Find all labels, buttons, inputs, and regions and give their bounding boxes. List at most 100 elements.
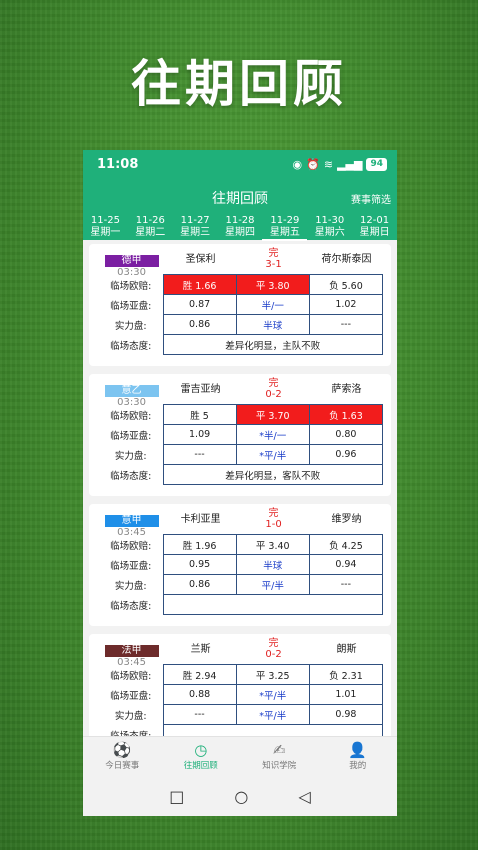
odds-cell: 1.01 [308, 684, 384, 705]
away-team: 维罗纳 [331, 514, 362, 525]
odds-cell: --- [162, 444, 237, 465]
match-score: 0-2 [265, 389, 282, 400]
match-card[interactable]: 德甲 03:30 圣保利 完 3-1 荷尔斯泰因 临场欧赔: 胜 1.66 平 3.8… [89, 244, 391, 366]
row-label: 临场态度: [110, 600, 152, 612]
soccer-ball-icon: ⚽ [112, 741, 132, 759]
odds-cell: 1.02 [308, 294, 384, 315]
date-tab[interactable]: 11-30 星期六 [307, 212, 352, 240]
away-team: 萨索洛 [331, 384, 362, 395]
odds-cell: 负 5.60 [308, 274, 384, 295]
home-button[interactable]: ○ [234, 787, 248, 806]
odds-cell: 半/一 [235, 294, 310, 315]
row-label: 临场亚盘: [110, 300, 152, 312]
status-icons: ◉ ⏰ ≋ ▂▄▆ 94 [293, 158, 387, 171]
odds-cell: 0.96 [308, 444, 384, 465]
odds-cell: 0.86 [162, 314, 237, 335]
odds-cell: 0.87 [162, 294, 237, 315]
tab-academy[interactable]: ✍ 知识学院 [240, 737, 319, 776]
home-team: 雷吉亚纳 [180, 384, 221, 395]
odds-cell: 平 3.70 [235, 404, 310, 425]
row-label: 临场亚盘: [110, 560, 152, 572]
odds-cell: 0.94 [308, 554, 384, 575]
odds-table: 临场欧赔: 胜 2.94 平 3.25 负 2.31 临场亚盘: 0.88 *平/半 1.0… [99, 664, 384, 737]
odds-cell: 半球 [235, 314, 310, 335]
attitude-cell [162, 724, 383, 736]
history-clock-icon: ◷ [194, 741, 208, 759]
tab-mine[interactable]: 👤 我的 [319, 737, 398, 776]
date-tab[interactable]: 11-27 星期三 [173, 212, 218, 240]
tab-history[interactable]: ◷ 往期回顾 [162, 737, 241, 776]
odds-cell: *平/半 [235, 444, 310, 465]
away-team: 荷尔斯泰因 [321, 254, 372, 265]
odds-cell: 负 4.25 [308, 534, 384, 555]
odds-cell: --- [308, 574, 384, 595]
away-team: 朗斯 [336, 644, 357, 655]
odds-cell: 1.09 [162, 424, 237, 445]
odds-cell: 负 2.31 [308, 664, 384, 685]
date-tabs: 11-25 星期一 11-26 星期二 11-27 星期三 11-28 星期四 11-2… [83, 212, 397, 241]
match-card[interactable]: 法甲 03:45 兰斯 完 0-2 朗斯 临场欧赔: 胜 2.94 平 3.25 负 2… [89, 634, 391, 736]
date-tab[interactable]: 11-25 星期一 [83, 212, 128, 240]
league-tag: 德甲 [104, 255, 159, 267]
date-tab[interactable]: 12-01 星期日 [352, 212, 397, 240]
match-status: 完 0-2 [237, 638, 310, 660]
signal-icon: ▂▄▆ [337, 158, 363, 171]
bottom-nav: ⚽ 今日赛事 ◷ 往期回顾 ✍ 知识学院 👤 我的 □ ○ ◁ [83, 736, 397, 816]
date-tab-selected[interactable]: 11-29 星期五 [262, 212, 308, 241]
odds-cell: 平 3.40 [235, 534, 310, 555]
odds-cell: 胜 1.66 [162, 274, 237, 295]
league-tag: 法甲 [104, 645, 159, 657]
filter-button[interactable]: 赛事筛选 [351, 191, 391, 206]
banner-title: 往期回顾 [131, 55, 347, 113]
system-nav-bar: □ ○ ◁ [83, 776, 397, 816]
odds-cell: 0.95 [162, 554, 237, 575]
match-status: 完 1-0 [237, 508, 310, 530]
match-score: 1-0 [265, 519, 282, 530]
odds-cell: 0.98 [308, 704, 384, 725]
row-label: 实力盘: [114, 710, 147, 722]
row-label: 临场态度: [110, 470, 152, 482]
tab-today[interactable]: ⚽ 今日赛事 [83, 737, 162, 776]
match-score: 0-2 [265, 649, 282, 660]
odds-cell: 半球 [235, 554, 310, 575]
league-tag: 意乙 [104, 385, 159, 397]
odds-cell: 0.80 [308, 424, 384, 445]
odds-cell: 胜 5 [162, 404, 237, 425]
row-label: 临场态度: [110, 340, 152, 352]
date-tab[interactable]: 11-28 星期四 [218, 212, 263, 240]
odds-cell: 平 3.25 [235, 664, 310, 685]
eye-icon: ◉ [292, 158, 303, 171]
row-label: 实力盘: [114, 320, 147, 332]
row-label: 实力盘: [114, 580, 147, 592]
attitude-cell [162, 594, 383, 615]
back-button[interactable]: ◁ [298, 787, 310, 806]
attitude-cell: 差异化明显，客队不败 [162, 464, 383, 485]
status-bar: 11:08 ◉ ⏰ ≋ ▂▄▆ 94 [83, 150, 397, 180]
row-label: 临场态度: [110, 730, 152, 737]
odds-cell: --- [308, 314, 384, 335]
row-label: 临场亚盘: [110, 690, 152, 702]
home-team: 圣保利 [185, 254, 216, 265]
wifi-icon: ≋ [323, 158, 334, 171]
odds-cell: --- [162, 704, 237, 725]
odds-cell: 平 3.80 [235, 274, 310, 295]
book-pen-icon: ✍ [272, 741, 286, 759]
odds-table: 临场欧赔: 胜 1.96 平 3.40 负 4.25 临场亚盘: 0.95 半球 0.94 … [99, 534, 384, 615]
odds-cell: 0.86 [162, 574, 237, 595]
attitude-cell: 差异化明显，主队不败 [162, 334, 383, 355]
date-tab[interactable]: 11-26 星期二 [128, 212, 173, 240]
recent-apps-button[interactable]: □ [169, 787, 184, 806]
user-icon: 👤 [348, 741, 368, 759]
match-score: 3-1 [265, 259, 282, 270]
match-list: 德甲 03:30 圣保利 完 3-1 荷尔斯泰因 临场欧赔: 胜 1.66 平 3.8… [83, 240, 397, 736]
odds-cell: *平/半 [235, 684, 310, 705]
match-status: 完 3-1 [237, 248, 310, 270]
odds-table: 临场欧赔: 胜 1.66 平 3.80 负 5.60 临场亚盘: 0.87 半/一 1.02… [99, 274, 384, 355]
home-team: 卡利亚里 [180, 514, 221, 525]
match-card[interactable]: 意甲 03:45 卡利亚里 完 1-0 维罗纳 临场欧赔: 胜 1.96 平 3.40… [89, 504, 391, 626]
odds-cell: *平/半 [235, 704, 310, 725]
match-card[interactable]: 意乙 03:30 雷吉亚纳 完 0-2 萨索洛 临场欧赔: 胜 5平 3.70 负 1… [89, 374, 391, 496]
odds-cell: 平/半 [235, 574, 310, 595]
alarm-icon: ⏰ [306, 158, 320, 171]
odds-cell: *半/一 [235, 424, 310, 445]
